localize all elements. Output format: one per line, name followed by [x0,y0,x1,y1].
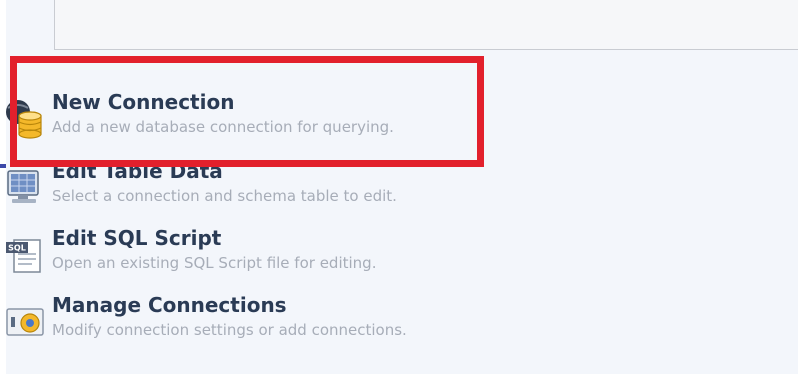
left-edge-marker [0,164,6,168]
task-edit-table-data[interactable]: Edit Table Data Select a connection and … [0,159,700,211]
task-title: Edit Table Data [52,159,223,183]
task-title: Manage Connections [52,293,287,317]
top-panel [54,0,798,50]
task-new-connection[interactable]: New Connection Add a new database connec… [0,90,700,142]
sql-file-icon: SQL [6,239,41,273]
top-strip [6,0,54,50]
manage-connections-icon [6,308,44,336]
sql-icon-text: SQL [8,244,26,253]
task-description: Select a connection and schema table to … [52,187,397,205]
task-title: Edit SQL Script [52,226,222,250]
task-title: New Connection [52,90,235,114]
task-edit-sql-script[interactable]: SQL Edit SQL Script Open an existing SQL… [0,226,700,278]
task-description: Open an existing SQL Script file for edi… [52,254,377,272]
task-description: Add a new database connection for queryi… [52,118,394,136]
table-monitor-icon [7,170,39,203]
task-manage-connections[interactable]: Manage Connections Modify connection set… [0,293,700,345]
database-icon [6,100,42,139]
task-description: Modify connection settings or add connec… [52,321,407,339]
